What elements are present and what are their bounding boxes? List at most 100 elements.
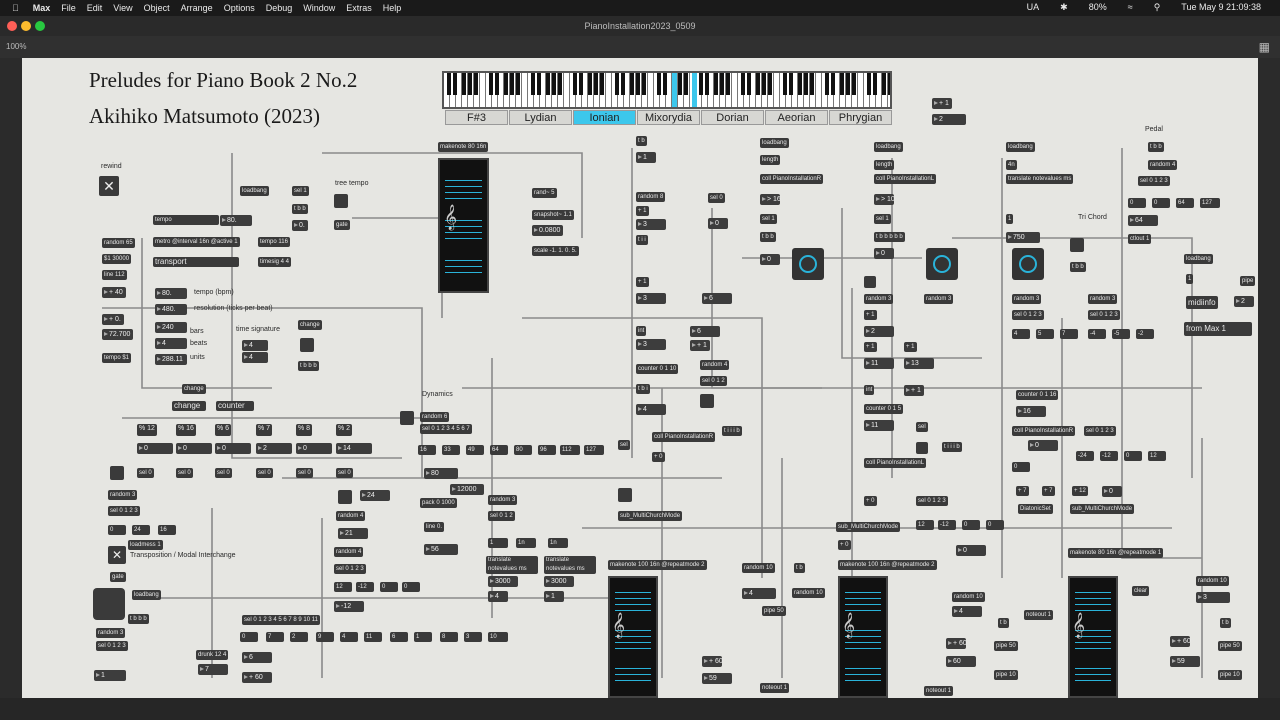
gate-left[interactable]: gate (110, 572, 126, 582)
random10-b[interactable]: random 10 (742, 563, 775, 573)
bang-a2[interactable] (618, 488, 632, 502)
n16-d[interactable]: 16 (1016, 406, 1046, 417)
units-number[interactable]: 288.11 (155, 354, 187, 365)
sel0123-d2[interactable]: sel 0 1 2 3 (1088, 310, 1120, 320)
tree-tempo-button[interactable] (334, 194, 348, 208)
tb-d[interactable]: t b (998, 618, 1009, 628)
sel0-e[interactable]: sel 0 (296, 468, 313, 478)
change-object-2[interactable]: change (182, 384, 206, 394)
dyn-49[interactable]: 49 (466, 445, 484, 455)
translate-b[interactable]: translate notevalues ms (544, 556, 596, 574)
loadbang-object[interactable]: loadbang (240, 186, 269, 196)
tempo1-object[interactable]: tempo $1 (102, 353, 132, 363)
d-v4[interactable]: 4 (1012, 329, 1030, 339)
mod-8[interactable]: % 8 (296, 424, 313, 436)
sub-d[interactable]: sub_MultiChurchMode (1070, 504, 1135, 514)
coll-b[interactable]: coll PianoInstallationR (760, 174, 824, 184)
sel1-b[interactable]: sel 1 (760, 214, 777, 224)
sel0-c[interactable]: sel 0 (215, 468, 232, 478)
pitch-10[interactable]: 10 (488, 632, 508, 642)
pipe50-e[interactable]: pipe 50 (1218, 641, 1242, 651)
dynamics-bang[interactable] (400, 411, 414, 425)
mode-root[interactable]: F#3 (445, 110, 508, 125)
p60-bottom[interactable]: + 60 (242, 672, 272, 683)
mod-2[interactable]: % 2 (336, 424, 353, 436)
menu-debug[interactable]: Debug (266, 3, 293, 13)
n21[interactable]: 21 (338, 528, 368, 539)
menu-edit[interactable]: Edit (87, 3, 103, 13)
coll-c[interactable]: coll PianoInstallationL (874, 174, 937, 184)
mod-value-4[interactable]: 2 (256, 443, 292, 454)
msg-value[interactable]: $1 30000 (102, 254, 132, 264)
n4-a[interactable]: 4 (636, 404, 666, 415)
menu-extras[interactable]: Extras (346, 3, 372, 13)
plus40-number[interactable]: + 40 (102, 287, 126, 298)
sel012-a[interactable]: sel 0 1 2 (700, 376, 727, 386)
random3-c[interactable]: random 3 (864, 294, 894, 304)
loadbang-left[interactable]: loadbang (132, 590, 161, 600)
gate-object[interactable]: gate (334, 220, 350, 230)
noteout-c[interactable]: noteout 1 (924, 686, 954, 696)
v0a[interactable]: 0 (380, 582, 398, 592)
random4-mid[interactable]: random 4 (336, 511, 366, 521)
one-a[interactable]: 1 (636, 152, 656, 163)
sel-a[interactable]: sel (618, 440, 630, 450)
n2-c[interactable]: 2 (864, 326, 894, 337)
mode-aeolian[interactable]: Aeorian (765, 110, 828, 125)
c-v0b[interactable]: 0 (986, 520, 1004, 530)
dyn-96[interactable]: 96 (538, 445, 556, 455)
int-a[interactable]: int (636, 326, 647, 336)
sel0123-a[interactable]: sel 0 1 2 3 (108, 506, 140, 516)
pitch-3[interactable]: 3 (464, 632, 482, 642)
val-24[interactable]: 24 (132, 525, 150, 535)
bang-left-1[interactable] (110, 466, 124, 480)
menu-help[interactable]: Help (383, 3, 402, 13)
noteout-a[interactable]: noteout 1 (760, 683, 790, 693)
tii-a[interactable]: t i i (636, 235, 648, 245)
n1-mid[interactable]: 1 (544, 591, 564, 602)
n3000-b[interactable]: 3000 (544, 576, 574, 587)
random4-e[interactable]: random 4 (1148, 160, 1178, 170)
keyboard-layout[interactable]: UA (1027, 2, 1040, 13)
dyn-127[interactable]: 127 (584, 445, 604, 455)
plus0-a[interactable]: + 0 (652, 452, 665, 462)
n59-a[interactable]: 59 (702, 673, 732, 684)
n6-a[interactable]: 6 (702, 293, 732, 304)
mode-lydian[interactable]: Lydian (509, 110, 572, 125)
tri-chord-bang[interactable] (1070, 238, 1084, 252)
bang-mid[interactable] (338, 490, 352, 504)
n0-d2[interactable]: 0 (1102, 486, 1122, 497)
e-v64[interactable]: 64 (1176, 198, 1194, 208)
makenote-a[interactable]: makenote 100 16n @repeatmode 2 (608, 560, 707, 570)
pitch-9[interactable]: 9 (316, 632, 334, 642)
tempo-object[interactable]: tempo (153, 215, 219, 225)
menu-arrange[interactable]: Arrange (181, 3, 213, 13)
play-indicator-1[interactable] (792, 248, 824, 280)
plus1-c4[interactable]: + 1 (904, 385, 924, 396)
tiiib-a[interactable]: t i i i b (722, 426, 742, 436)
search-icon[interactable]: ⚲ (1154, 2, 1161, 13)
p60-a[interactable]: + 60 (702, 656, 723, 667)
loadbang-d[interactable]: loadbang (1006, 142, 1035, 152)
val-0[interactable]: 0 (108, 525, 126, 535)
fourn-d[interactable]: 4n (1006, 160, 1017, 170)
n750-d[interactable]: 750 (1006, 232, 1040, 243)
zoom-level[interactable]: 100% (6, 42, 26, 51)
n13-c[interactable]: 13 (904, 358, 934, 369)
piano-keyboard[interactable] (442, 71, 892, 109)
zero-number[interactable]: 0. (292, 220, 308, 231)
sel0-d[interactable]: sel 0 (256, 468, 273, 478)
tiiib-c[interactable]: t i i i b (942, 442, 962, 452)
two-e[interactable]: 2 (1234, 296, 1254, 307)
gt10-c[interactable]: > 10 (874, 194, 895, 205)
mod-7[interactable]: % 7 (256, 424, 273, 436)
makenote-c[interactable]: makenote 100 16n @repeatmode 2 (838, 560, 937, 570)
mod-value-3[interactable]: 0 (215, 443, 251, 454)
d-v5[interactable]: 5 (1036, 329, 1054, 339)
tbb-b[interactable]: t b b (760, 232, 776, 242)
mod-16[interactable]: % 16 (176, 424, 196, 436)
pack-object[interactable]: pack 0 1000 (420, 498, 457, 508)
sel0-colA[interactable]: sel 0 (708, 193, 725, 203)
sel0-f[interactable]: sel 0 (336, 468, 353, 478)
large-bang[interactable] (93, 588, 125, 620)
